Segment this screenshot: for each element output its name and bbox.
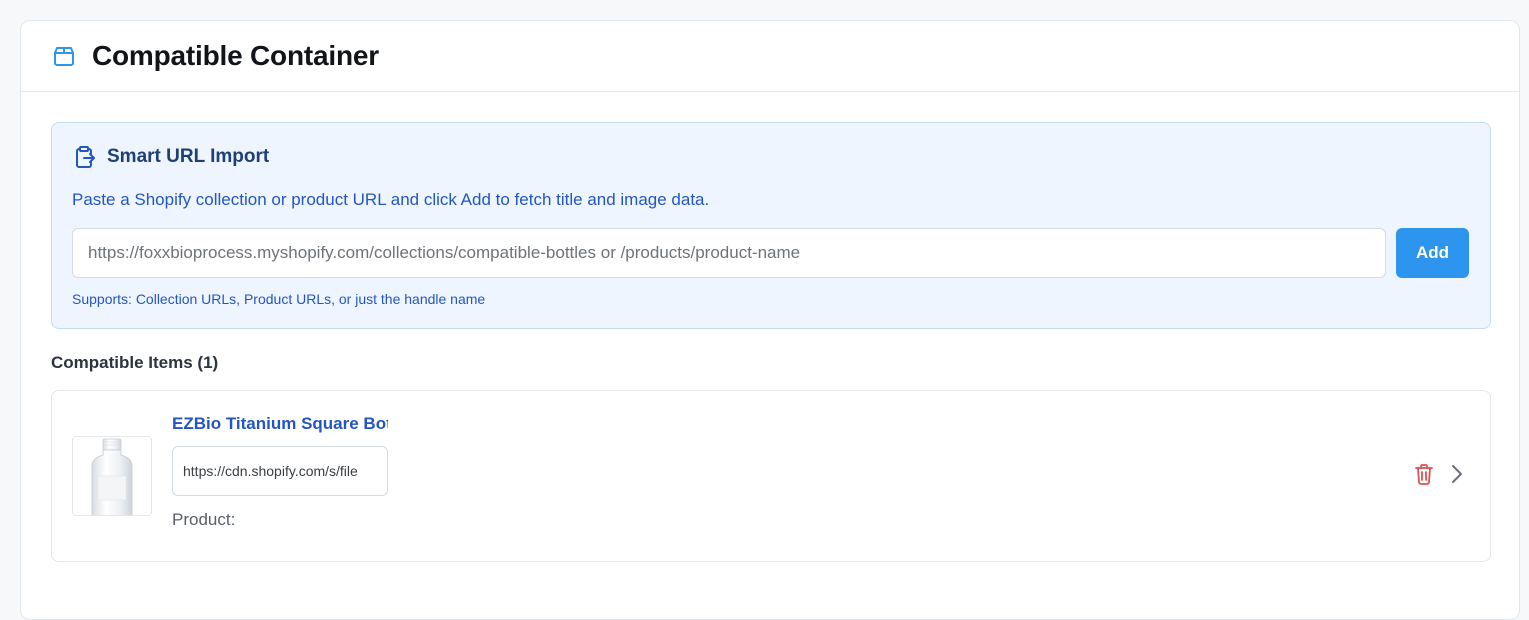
bottle-image: [72, 436, 152, 516]
add-button[interactable]: Add: [1396, 228, 1469, 278]
clipboard-import-icon: [72, 145, 96, 169]
card-header: Compatible Container: [21, 21, 1519, 92]
compatible-items-heading: Compatible Items (1): [51, 353, 219, 372]
smart-import-hint: Supports: Collection URLs, Product URLs,…: [72, 291, 486, 307]
compatible-item-row: EZBio Titanium Square Bott Product:: [51, 390, 1491, 562]
url-import-input[interactable]: [72, 228, 1386, 278]
expand-item-button[interactable]: [1448, 464, 1466, 489]
page-title: Compatible Container: [92, 40, 379, 71]
smart-import-description: Paste a Shopify collection or product UR…: [72, 190, 710, 209]
chevron-right-icon: [1451, 464, 1463, 489]
trash-icon: [1414, 463, 1434, 490]
item-title-link[interactable]: EZBio Titanium Square Bott: [172, 414, 388, 434]
smart-import-header: Smart URL Import: [72, 145, 269, 169]
delete-item-button[interactable]: [1413, 463, 1435, 490]
image-url-input[interactable]: [172, 446, 388, 496]
smart-import-title: Smart URL Import: [107, 146, 270, 167]
box-icon: [52, 44, 76, 68]
product-label: Product:: [172, 510, 236, 529]
compatible-container-card: Compatible Container Smart URL Import Pa…: [20, 20, 1520, 620]
smart-url-import-panel: Smart URL Import Paste a Shopify collect…: [51, 122, 1491, 329]
